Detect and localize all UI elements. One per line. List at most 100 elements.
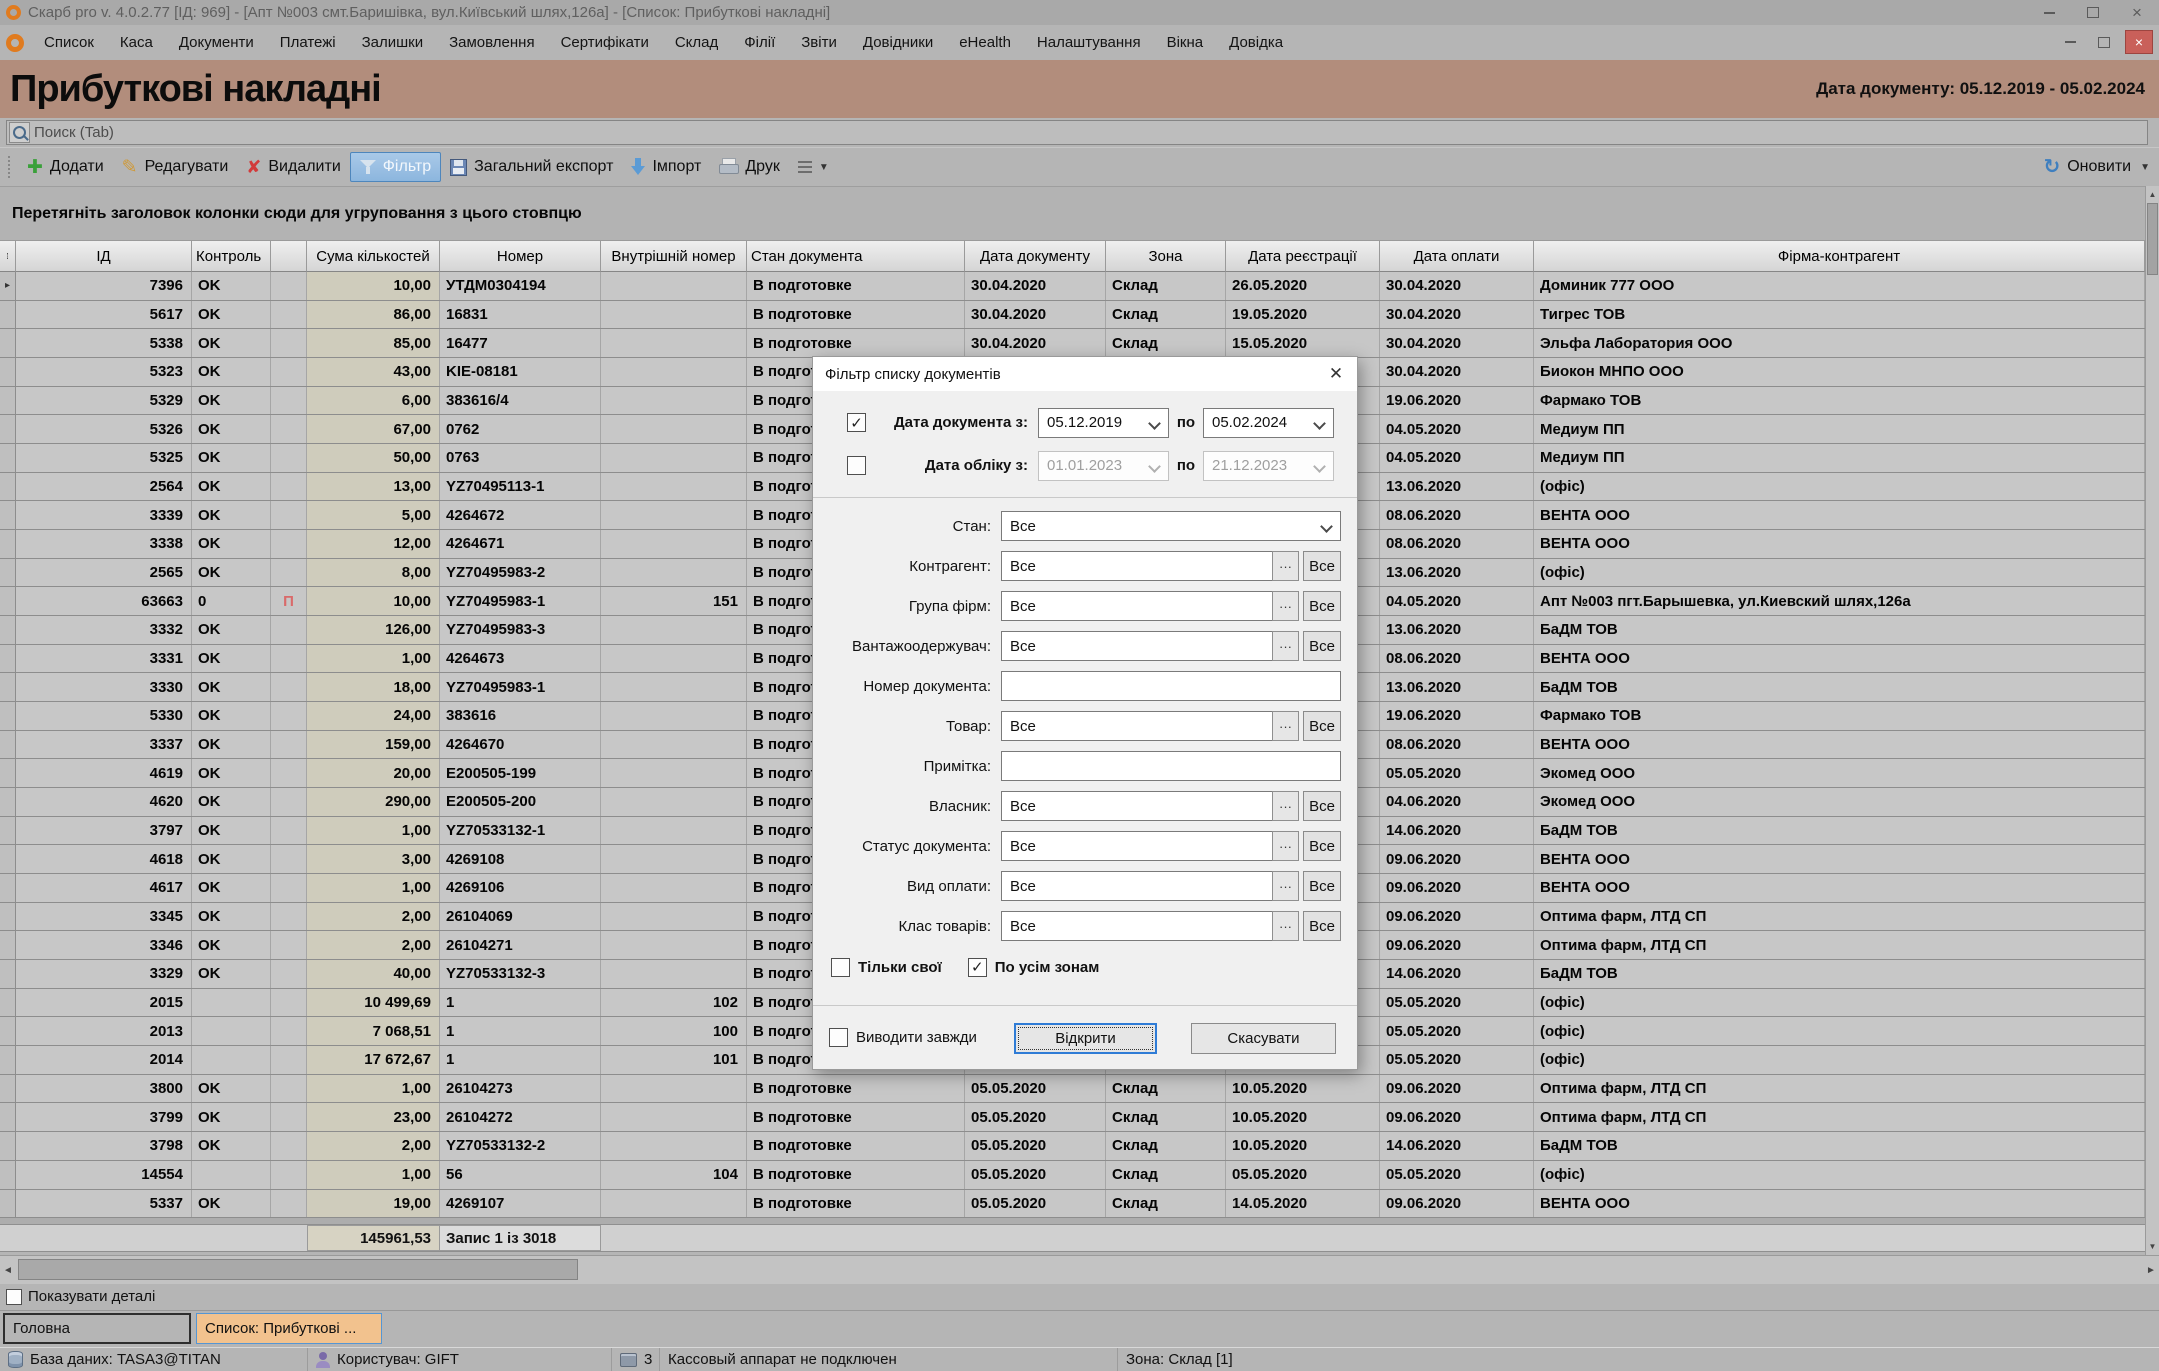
- search-input[interactable]: [32, 123, 2147, 142]
- vertical-scrollbar[interactable]: ▲ ▼: [2145, 186, 2159, 1255]
- lookup-browse-button[interactable]: ···: [1272, 831, 1299, 861]
- group-by-bar[interactable]: Перетягніть заголовок колонки сюди для у…: [0, 186, 2159, 240]
- lookup-browse-button[interactable]: ···: [1272, 711, 1299, 741]
- column-header-10[interactable]: Дата реєстрації: [1226, 240, 1380, 272]
- field-text-input[interactable]: [1001, 751, 1341, 781]
- lookup-all-button[interactable]: Все: [1303, 591, 1341, 621]
- lookup-all-button[interactable]: Все: [1303, 631, 1341, 661]
- filter-button[interactable]: Фільтр: [350, 152, 441, 182]
- all-zones-checkbox[interactable]: [968, 958, 987, 977]
- column-header-7[interactable]: Стан документа: [747, 240, 965, 272]
- lookup-browse-button[interactable]: ···: [1272, 911, 1299, 941]
- always-show-checkbox[interactable]: [829, 1028, 848, 1047]
- field-lookup-input[interactable]: Все: [1001, 711, 1272, 741]
- lookup-all-button[interactable]: Все: [1303, 711, 1341, 741]
- horizontal-scrollbar[interactable]: ◄ ►: [0, 1255, 2159, 1284]
- refresh-menu-button[interactable]: ▼: [2140, 157, 2159, 178]
- vertical-scroll-thumb[interactable]: [2147, 203, 2158, 275]
- view-options-button[interactable]: ▼: [789, 156, 838, 178]
- add-button[interactable]: ✚ Додати: [18, 153, 113, 182]
- horizontal-scroll-thumb[interactable]: [18, 1259, 578, 1280]
- table-row[interactable]: 5337OK19,004269107В подготовке05.05.2020…: [0, 1190, 2145, 1219]
- column-header-8[interactable]: Дата документу: [965, 240, 1106, 272]
- field-lookup-input[interactable]: Все: [1001, 791, 1272, 821]
- column-header-6[interactable]: Внутрішній номер: [601, 240, 747, 272]
- menu-item-15[interactable]: Довідка: [1216, 28, 1296, 57]
- mdi-minimize-button[interactable]: [2057, 31, 2083, 53]
- column-header-12[interactable]: Фірма-контрагент: [1534, 240, 2145, 272]
- menu-item-12[interactable]: eHealth: [946, 28, 1024, 57]
- date-document-checkbox[interactable]: [847, 413, 866, 432]
- field-lookup-input[interactable]: Все: [1001, 631, 1272, 661]
- menu-item-8[interactable]: Склад: [662, 28, 731, 57]
- print-button[interactable]: Друк: [710, 153, 789, 181]
- field-text-input[interactable]: [1001, 671, 1341, 701]
- field-lookup-input[interactable]: Все: [1001, 551, 1272, 581]
- date-document-to-select[interactable]: 05.02.2024: [1203, 408, 1334, 438]
- field-lookup-input[interactable]: Все: [1001, 871, 1272, 901]
- scroll-up-icon[interactable]: ▲: [2146, 187, 2159, 202]
- lookup-all-button[interactable]: Все: [1303, 551, 1341, 581]
- search-box[interactable]: [6, 120, 2148, 145]
- menu-item-4[interactable]: Платежі: [267, 28, 349, 57]
- lookup-browse-button[interactable]: ···: [1272, 551, 1299, 581]
- field-lookup-input[interactable]: Все: [1001, 831, 1272, 861]
- show-details-toggle[interactable]: Показувати деталі: [6, 1288, 155, 1305]
- column-header-2[interactable]: Контроль: [192, 240, 271, 272]
- only-own-checkbox[interactable]: [831, 958, 850, 977]
- menu-item-1[interactable]: Список: [31, 28, 107, 57]
- open-button[interactable]: Відкрити: [1014, 1023, 1157, 1054]
- menu-item-3[interactable]: Документи: [166, 28, 267, 57]
- details-checkbox[interactable]: [6, 1289, 22, 1305]
- column-header-11[interactable]: Дата оплати: [1380, 240, 1534, 272]
- date-accounting-to-select[interactable]: 21.12.2023: [1203, 451, 1334, 481]
- menu-item-13[interactable]: Налаштування: [1024, 28, 1154, 57]
- menu-item-9[interactable]: Філії: [731, 28, 788, 57]
- menu-item-11[interactable]: Довідники: [850, 28, 946, 57]
- tab-main[interactable]: Головна: [3, 1313, 191, 1344]
- menu-item-6[interactable]: Замовлення: [436, 28, 547, 57]
- refresh-button[interactable]: ↻ Оновити: [2034, 152, 2140, 182]
- menu-item-5[interactable]: Залишки: [349, 28, 437, 57]
- export-button[interactable]: Загальний експорт: [441, 153, 622, 181]
- mdi-restore-button[interactable]: [2091, 31, 2117, 53]
- scroll-left-icon[interactable]: ◄: [0, 1256, 16, 1284]
- dialog-close-icon[interactable]: ✕: [1315, 357, 1357, 391]
- edit-button[interactable]: ✎ Редагувати: [113, 153, 238, 182]
- toolbar-grip[interactable]: [8, 156, 10, 178]
- date-document-from-select[interactable]: 05.12.2019: [1038, 408, 1169, 438]
- maximize-button[interactable]: [2071, 0, 2115, 25]
- table-row[interactable]: 145541,0056104В подготовке05.05.2020Скла…: [0, 1161, 2145, 1190]
- import-button[interactable]: Імпорт: [622, 153, 710, 181]
- menu-item-2[interactable]: Каса: [107, 28, 166, 57]
- table-row[interactable]: ▸7396OK10,00УТДМ0304194В подготовке30.04…: [0, 272, 2145, 301]
- date-accounting-checkbox[interactable]: [847, 456, 866, 475]
- lookup-browse-button[interactable]: ···: [1272, 591, 1299, 621]
- table-row[interactable]: 3798OK2,00YZ70533132-2В подготовке05.05.…: [0, 1132, 2145, 1161]
- column-header-4[interactable]: Сума кількостей: [307, 240, 440, 272]
- lookup-all-button[interactable]: Все: [1303, 831, 1341, 861]
- close-button[interactable]: ×: [2115, 0, 2159, 25]
- table-row[interactable]: 3800OK1,0026104273В подготовке05.05.2020…: [0, 1075, 2145, 1104]
- table-row[interactable]: 5617OK86,0016831В подготовке30.04.2020Ск…: [0, 301, 2145, 330]
- column-header-3[interactable]: [271, 240, 307, 272]
- lookup-all-button[interactable]: Все: [1303, 871, 1341, 901]
- menu-item-10[interactable]: Звіти: [788, 28, 850, 57]
- delete-button[interactable]: ✘ Видалити: [237, 153, 349, 181]
- column-header-1[interactable]: ІД: [16, 240, 192, 272]
- column-header-5[interactable]: Номер: [440, 240, 601, 272]
- lookup-browse-button[interactable]: ···: [1272, 791, 1299, 821]
- table-row[interactable]: 5338OK85,0016477В подготовке30.04.2020Ск…: [0, 329, 2145, 358]
- menu-item-14[interactable]: Вікна: [1154, 28, 1217, 57]
- date-accounting-from-select[interactable]: 01.01.2023: [1038, 451, 1169, 481]
- lookup-all-button[interactable]: Все: [1303, 791, 1341, 821]
- field-lookup-input[interactable]: Все: [1001, 591, 1272, 621]
- scroll-down-icon[interactable]: ▼: [2146, 1239, 2159, 1254]
- tab-list-active[interactable]: Список: Прибуткові ...: [196, 1313, 382, 1344]
- column-header-9[interactable]: Зона: [1106, 240, 1226, 272]
- minimize-button[interactable]: [2027, 0, 2071, 25]
- cancel-button[interactable]: Скасувати: [1191, 1023, 1336, 1054]
- lookup-browse-button[interactable]: ···: [1272, 871, 1299, 901]
- menu-item-7[interactable]: Сертифікати: [548, 28, 662, 57]
- scroll-right-icon[interactable]: ►: [2143, 1256, 2159, 1284]
